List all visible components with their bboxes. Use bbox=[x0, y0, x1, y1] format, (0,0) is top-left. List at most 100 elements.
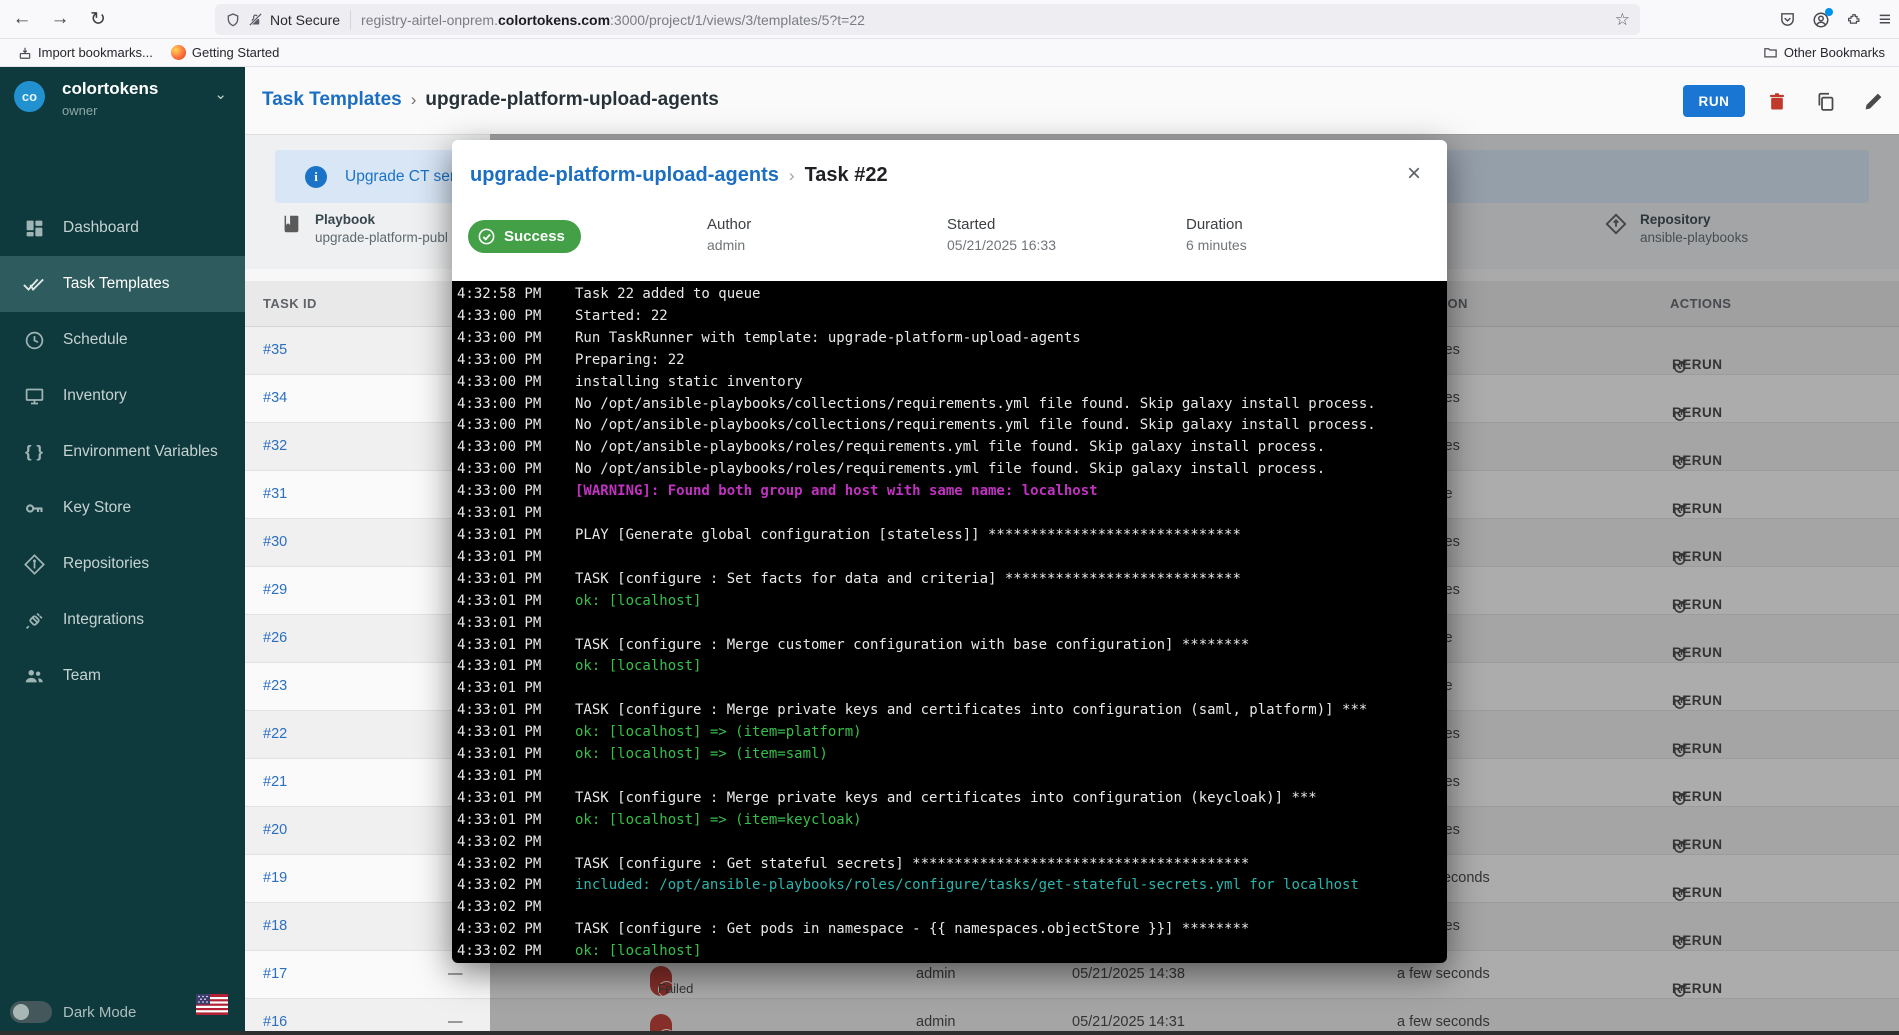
log-line: 4:33:01 PM ok: [localhost] => (item=keyc… bbox=[457, 810, 1447, 832]
log-line: 4:33:01 PM ok: [localhost] => (item=saml… bbox=[457, 744, 1447, 766]
log-line: 4:33:02 PM bbox=[457, 897, 1447, 919]
log-line: 4:33:00 PM installing static inventory bbox=[457, 372, 1447, 394]
task-id-link[interactable]: #34 bbox=[263, 390, 287, 406]
log-line: 4:33:01 PM bbox=[457, 766, 1447, 788]
log-timestamp: 4:33:00 PM bbox=[457, 306, 547, 328]
log-timestamp: 4:33:01 PM bbox=[457, 744, 547, 766]
delete-trash-icon[interactable] bbox=[1767, 91, 1789, 113]
org-avatar: co bbox=[14, 81, 45, 112]
log-timestamp: 4:33:01 PM bbox=[457, 700, 547, 722]
log-timestamp: 4:33:01 PM bbox=[457, 503, 547, 525]
log-line: 4:33:00 PM No /opt/ansible-playbooks/rol… bbox=[457, 459, 1447, 481]
breadcrumb-separator: › bbox=[411, 90, 417, 110]
getting-started-item[interactable]: Getting Started bbox=[171, 45, 279, 60]
bookmark-star-icon[interactable]: ☆ bbox=[1615, 10, 1630, 30]
dark-mode-row: Dark Mode bbox=[0, 997, 245, 1027]
task-id-link[interactable]: #29 bbox=[263, 582, 287, 598]
log-timestamp: 4:33:01 PM bbox=[457, 766, 547, 788]
log-message: Task 22 added to queue bbox=[575, 284, 760, 306]
sidebar-item-inventory[interactable]: Inventory bbox=[0, 368, 245, 424]
shield-icon bbox=[225, 12, 241, 28]
task-id-link[interactable]: #35 bbox=[263, 342, 287, 358]
log-message: TASK [configure : Get pods in namespace … bbox=[575, 919, 1249, 941]
sidebar-item-schedule[interactable]: Schedule bbox=[0, 312, 245, 368]
braces-icon: { } bbox=[22, 440, 46, 464]
task-id-link[interactable]: #22 bbox=[263, 726, 287, 742]
log-timestamp: 4:33:02 PM bbox=[457, 875, 547, 897]
log-timestamp: 4:33:00 PM bbox=[457, 459, 547, 481]
close-icon[interactable]: × bbox=[1407, 160, 1421, 188]
dark-mode-toggle[interactable] bbox=[10, 1001, 52, 1023]
page-header: Task Templates › upgrade-platform-upload… bbox=[245, 67, 1899, 135]
org-switcher[interactable]: co colortokens owner ⌄ bbox=[0, 67, 245, 139]
task-id-link[interactable]: #23 bbox=[263, 678, 287, 694]
col-task-id: TASK ID bbox=[263, 296, 317, 311]
log-timestamp: 4:33:01 PM bbox=[457, 678, 547, 700]
url-text[interactable]: registry-airtel-onprem.colortokens.com:3… bbox=[361, 12, 1607, 28]
sidebar-item-repositories[interactable]: Repositories bbox=[0, 536, 245, 592]
menu-hamburger-icon[interactable]: ≡ bbox=[1879, 8, 1891, 32]
log-timestamp: 4:33:00 PM bbox=[457, 481, 547, 503]
site-security-chip[interactable]: Not Secure bbox=[225, 10, 351, 30]
log-line: 4:33:00 PM Preparing: 22 bbox=[457, 350, 1447, 372]
sidebar-item-team[interactable]: Team bbox=[0, 648, 245, 704]
task-id-link[interactable]: #16 bbox=[263, 1014, 287, 1030]
log-message: ok: [localhost] bbox=[575, 591, 701, 613]
task-id-link[interactable]: #18 bbox=[263, 918, 287, 934]
sidebar-item-integrations[interactable]: Integrations bbox=[0, 592, 245, 648]
forward-icon[interactable]: → bbox=[44, 3, 76, 35]
task-message: — bbox=[448, 966, 463, 982]
log-timestamp: 4:33:01 PM bbox=[457, 591, 547, 613]
firefox-icon bbox=[171, 45, 186, 60]
log-line: 4:32:58 PM Task 22 added to queue bbox=[457, 284, 1447, 306]
log-timestamp: 4:33:01 PM bbox=[457, 722, 547, 744]
breadcrumb-task-templates-link[interactable]: Task Templates bbox=[262, 89, 402, 111]
log-timestamp: 4:33:00 PM bbox=[457, 394, 547, 416]
log-message: ok: [localhost] bbox=[575, 941, 701, 963]
modal-task-number: Task #22 bbox=[805, 164, 888, 187]
us-flag-icon[interactable] bbox=[196, 994, 228, 1015]
extensions-puzzle-icon[interactable] bbox=[1846, 11, 1863, 28]
run-button[interactable]: RUN bbox=[1683, 85, 1745, 117]
playbook-card: Playbook upgrade-platform-publ bbox=[280, 212, 448, 245]
task-id-link[interactable]: #21 bbox=[263, 774, 287, 790]
copy-icon[interactable] bbox=[1815, 91, 1837, 113]
task-log-terminal[interactable]: 4:32:58 PM Task 22 added to queue 4:33:0… bbox=[452, 281, 1447, 963]
log-timestamp: 4:33:01 PM bbox=[457, 810, 547, 832]
log-timestamp: 4:33:01 PM bbox=[457, 569, 547, 591]
breadcrumb-current: upgrade-platform-upload-agents bbox=[425, 89, 718, 111]
task-id-link[interactable]: #20 bbox=[263, 822, 287, 838]
log-message: No /opt/ansible-playbooks/roles/requirem… bbox=[575, 437, 1325, 459]
log-line: 4:33:02 PM TASK [configure : Get statefu… bbox=[457, 854, 1447, 876]
back-icon[interactable]: ← bbox=[6, 3, 38, 35]
log-line: 4:33:01 PM bbox=[457, 503, 1447, 525]
insecure-lock-icon bbox=[248, 12, 263, 27]
task-id-link[interactable]: #17 bbox=[263, 966, 287, 982]
playbook-value: upgrade-platform-publ bbox=[315, 230, 448, 245]
log-message: TASK [configure : Merge private keys and… bbox=[575, 788, 1317, 810]
log-line: 4:33:00 PM [WARNING]: Found both group a… bbox=[457, 481, 1447, 503]
window-bottom-edge bbox=[0, 1031, 1899, 1035]
toggle-knob bbox=[13, 1004, 29, 1020]
import-bookmarks-item[interactable]: Import bookmarks... bbox=[18, 45, 153, 60]
task-id-link[interactable]: #26 bbox=[263, 630, 287, 646]
edit-pencil-icon[interactable] bbox=[1863, 91, 1885, 113]
sidebar-item-dashboard[interactable]: Dashboard bbox=[0, 200, 245, 256]
url-bar[interactable]: Not Secure registry-airtel-onprem.colort… bbox=[215, 4, 1640, 35]
account-notification-dot bbox=[1825, 8, 1833, 16]
log-message: No /opt/ansible-playbooks/collections/re… bbox=[575, 415, 1376, 437]
sidebar-item-key-store[interactable]: Key Store bbox=[0, 480, 245, 536]
log-timestamp: 4:33:01 PM bbox=[457, 613, 547, 635]
task-id-link[interactable]: #32 bbox=[263, 438, 287, 454]
pocket-icon[interactable] bbox=[1779, 11, 1796, 28]
modal-template-link[interactable]: upgrade-platform-upload-agents bbox=[470, 164, 779, 187]
reload-icon[interactable]: ↻ bbox=[82, 3, 114, 35]
sidebar-item-task-templates[interactable]: Task Templates bbox=[0, 256, 245, 312]
sidebar-item-environment-variables[interactable]: { } Environment Variables bbox=[0, 424, 245, 480]
task-id-link[interactable]: #30 bbox=[263, 534, 287, 550]
account-icon[interactable] bbox=[1812, 11, 1830, 29]
other-bookmarks-item[interactable]: Other Bookmarks bbox=[1763, 45, 1885, 60]
chevron-down-icon[interactable]: ⌄ bbox=[214, 85, 227, 103]
task-id-link[interactable]: #31 bbox=[263, 486, 287, 502]
task-id-link[interactable]: #19 bbox=[263, 870, 287, 886]
